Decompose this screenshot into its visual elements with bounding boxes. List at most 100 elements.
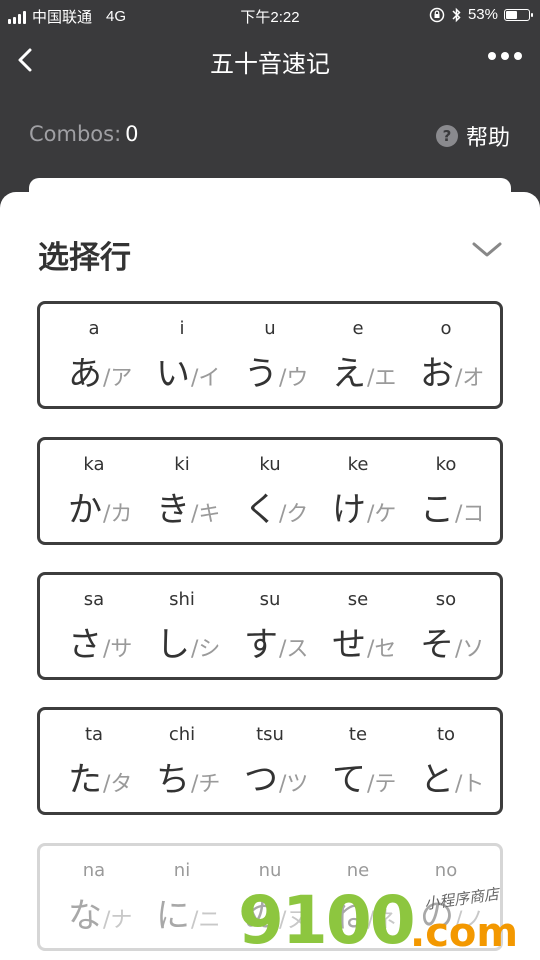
kana-cell: se せ/セ (314, 575, 402, 677)
hiragana-char: せ (332, 625, 366, 665)
kana-pair: つ/ツ (244, 752, 308, 801)
kana-row-card[interactable]: sa さ/サ shi し/シ su す/ス se せ/セ so そ/ソ (37, 572, 503, 680)
katakana-char: /ツ (279, 772, 309, 797)
kana-row-card[interactable]: na な/ナ ni に/ニ nu ぬ/ヌ ne ね/ネ no の/ノ (37, 843, 503, 951)
katakana-char: /コ (455, 502, 485, 527)
hiragana-char: そ (420, 625, 454, 665)
kana-cell: no の/ノ (402, 846, 490, 948)
katakana-char: /ク (279, 502, 309, 527)
katakana-char: /セ (367, 637, 397, 662)
kana-cell: ne ね/ネ (314, 846, 402, 948)
kana-pair: そ/ソ (420, 617, 484, 666)
kana-pair: て/テ (332, 752, 396, 801)
chevron-down-icon[interactable] (470, 238, 504, 260)
romaji-label: e (352, 318, 364, 339)
hiragana-char: こ (420, 490, 454, 530)
romaji-label: shi (169, 589, 195, 610)
kana-pair: な/ナ (68, 888, 132, 937)
status-right: 53% (429, 6, 533, 23)
kana-cell: chi ち/チ (138, 710, 226, 812)
kana-pair: く/ク (244, 482, 308, 531)
kana-pair: と/ト (420, 752, 484, 801)
kana-cell: so そ/ソ (402, 575, 490, 677)
kana-pair: い/イ (156, 346, 220, 395)
katakana-char: /エ (367, 366, 397, 391)
kana-pair: こ/コ (420, 482, 484, 531)
romaji-label: te (348, 724, 368, 745)
more-dots-icon[interactable] (488, 52, 522, 60)
katakana-char: /ノ (455, 908, 485, 933)
kana-pair: ね/ネ (332, 888, 396, 937)
battery-percent: 53% (467, 6, 498, 23)
battery-fill (506, 10, 518, 19)
sheet-title: 选择行 (38, 240, 131, 276)
romaji-label: so (435, 589, 457, 610)
katakana-char: /タ (103, 772, 133, 797)
hiragana-char: い (156, 354, 190, 394)
katakana-char: /テ (367, 772, 397, 797)
kana-pair: ぬ/ヌ (244, 888, 308, 937)
kana-cell: u う/ウ (226, 304, 314, 406)
hiragana-char: す (244, 625, 278, 665)
romaji-label: a (88, 318, 100, 339)
romaji-label: tsu (256, 724, 284, 745)
katakana-char: /キ (191, 502, 221, 527)
hiragana-char: く (244, 490, 278, 530)
kana-cell: te て/テ (314, 710, 402, 812)
katakana-char: /オ (455, 366, 485, 391)
kana-pair: け/ケ (332, 482, 396, 531)
row-select-sheet: 选择行 a あ/ア i い/イ u う/ウ e え/エ o お/オ ka か/カ ki き/キ ku く/ク k… (0, 192, 540, 960)
katakana-char: /ス (279, 637, 309, 662)
kana-pair: た/タ (68, 752, 132, 801)
romaji-label: ka (83, 454, 105, 475)
romaji-label: to (436, 724, 456, 745)
katakana-char: /ネ (367, 908, 397, 933)
katakana-char: /シ (191, 637, 221, 662)
kana-row-card[interactable]: ka か/カ ki き/キ ku く/ク ke け/ケ ko こ/コ (37, 437, 503, 545)
hiragana-char: え (332, 354, 366, 394)
katakana-char: /ウ (279, 366, 309, 391)
kana-pair: お/オ (420, 346, 484, 395)
kana-pair: に/ニ (156, 888, 220, 937)
question-circle-icon: ? (435, 125, 458, 147)
kana-pair: あ/ア (68, 346, 132, 395)
hiragana-char: に (156, 896, 190, 936)
kana-cell: ke け/ケ (314, 440, 402, 542)
hiragana-char: と (420, 760, 454, 800)
kana-pair: え/エ (332, 346, 396, 395)
romaji-label: na (82, 860, 106, 881)
help-label: 帮助 (465, 126, 510, 151)
nav-bar: 五十音速记 (0, 30, 540, 90)
katakana-char: /ト (455, 772, 485, 797)
romaji-label: no (434, 860, 458, 881)
bluetooth-icon (452, 7, 461, 22)
hiragana-char: な (68, 896, 102, 936)
katakana-char: /サ (103, 637, 133, 662)
hiragana-char: お (420, 354, 454, 394)
help-button[interactable]: ? 帮助 (435, 120, 510, 152)
kana-cell: to と/ト (402, 710, 490, 812)
katakana-char: /チ (191, 772, 221, 797)
hiragana-char: ね (332, 896, 366, 936)
page-title: 五十音速记 (210, 50, 330, 78)
kana-cell: e え/エ (314, 304, 402, 406)
romaji-label: ne (346, 860, 370, 881)
kana-cell: ki き/キ (138, 440, 226, 542)
romaji-label: o (440, 318, 452, 339)
romaji-label: ta (84, 724, 104, 745)
kana-pair: ち/チ (156, 752, 220, 801)
kana-row-card[interactable]: ta た/タ chi ち/チ tsu つ/ツ te て/テ to と/ト (37, 707, 503, 815)
kana-cell: i い/イ (138, 304, 226, 406)
kana-cell: a あ/ア (50, 304, 138, 406)
kana-row-card[interactable]: a あ/ア i い/イ u う/ウ e え/エ o お/オ (37, 301, 503, 409)
romaji-label: ku (259, 454, 281, 475)
romaji-label: su (259, 589, 281, 610)
status-bar: 中国联通 4G 下午2:22 53% (0, 0, 540, 30)
kana-pair: か/カ (68, 482, 132, 531)
romaji-label: chi (168, 724, 196, 745)
kana-cell: ta た/タ (50, 710, 138, 812)
kana-cell: na な/ナ (50, 846, 138, 948)
hiragana-char: し (156, 625, 190, 665)
kana-pair: せ/セ (332, 617, 396, 666)
hiragana-char: さ (68, 625, 102, 665)
